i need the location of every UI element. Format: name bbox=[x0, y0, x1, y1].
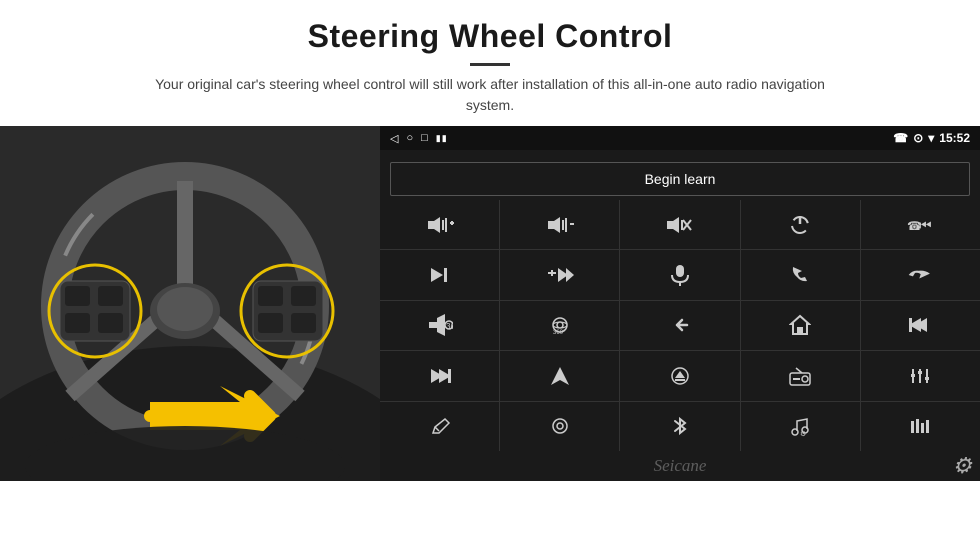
page-container: Steering Wheel Control Your original car… bbox=[0, 0, 980, 548]
subtitle-text: Your original car's steering wheel contr… bbox=[140, 74, 840, 116]
wifi-icon: ▾ bbox=[928, 131, 934, 145]
content-row: ◁ ○ □ ▮▮ ☎ ⊙ ▾ 15:52 Begin learn bbox=[0, 126, 980, 481]
gear-settings-icon[interactable]: ⚙ bbox=[952, 453, 972, 479]
volume-bars-button[interactable] bbox=[861, 402, 980, 451]
svg-text:360°: 360° bbox=[553, 330, 566, 336]
phone-prev-button[interactable]: ☎⏮ bbox=[861, 200, 980, 249]
steering-wheel-svg bbox=[0, 126, 380, 481]
back-nav-icon[interactable]: ◁ bbox=[390, 132, 398, 145]
microphone-button[interactable] bbox=[620, 250, 739, 299]
home-nav-icon[interactable]: ○ bbox=[406, 132, 413, 144]
recent-nav-icon[interactable]: □ bbox=[421, 132, 428, 144]
svg-text:⚙: ⚙ bbox=[800, 430, 806, 437]
back-button[interactable] bbox=[620, 301, 739, 350]
nav-bar bbox=[380, 150, 980, 158]
title-divider bbox=[470, 63, 510, 66]
header-section: Steering Wheel Control Your original car… bbox=[0, 0, 980, 126]
prev-prev-button[interactable] bbox=[861, 301, 980, 350]
seicane-text: Seicane bbox=[654, 456, 707, 476]
call-button[interactable] bbox=[741, 250, 860, 299]
seicane-watermark-bar: Seicane ⚙ bbox=[380, 451, 980, 481]
android-panel: ◁ ○ □ ▮▮ ☎ ⊙ ▾ 15:52 Begin learn bbox=[380, 126, 980, 481]
steering-background bbox=[0, 126, 380, 481]
eject-button[interactable] bbox=[620, 351, 739, 400]
settings2-button[interactable] bbox=[500, 402, 619, 451]
android-statusbar: ◁ ○ □ ▮▮ ☎ ⊙ ▾ 15:52 bbox=[380, 126, 980, 150]
radio-button[interactable] bbox=[741, 351, 860, 400]
bluetooth-button[interactable] bbox=[620, 402, 739, 451]
next-track-button[interactable] bbox=[380, 250, 499, 299]
svg-text:360: 360 bbox=[446, 322, 453, 331]
music-button[interactable]: ⚙ bbox=[741, 402, 860, 451]
home-button[interactable] bbox=[741, 301, 860, 350]
page-title: Steering Wheel Control bbox=[40, 18, 940, 55]
equalizer-button[interactable] bbox=[861, 351, 980, 400]
camera-360-button[interactable]: 360° bbox=[500, 301, 619, 350]
fast-forward-button[interactable] bbox=[500, 250, 619, 299]
begin-learn-button[interactable]: Begin learn bbox=[390, 162, 970, 196]
signal-icon: ▮▮ bbox=[436, 133, 448, 144]
speaker-button[interactable]: 360 bbox=[380, 301, 499, 350]
location-icon: ⊙ bbox=[913, 131, 923, 145]
power-button[interactable] bbox=[741, 200, 860, 249]
svg-text:⏮: ⏮ bbox=[919, 217, 932, 233]
hang-up-button[interactable] bbox=[861, 250, 980, 299]
statusbar-right: ☎ ⊙ ▾ 15:52 bbox=[893, 131, 970, 145]
statusbar-left: ◁ ○ □ ▮▮ bbox=[390, 132, 448, 145]
icon-grid: ☎⏮ 360 bbox=[380, 200, 980, 451]
pen-button[interactable] bbox=[380, 402, 499, 451]
mute-button[interactable] bbox=[620, 200, 739, 249]
status-time: 15:52 bbox=[939, 131, 970, 145]
phone-icon: ☎ bbox=[893, 131, 908, 145]
vol-down-button[interactable] bbox=[500, 200, 619, 249]
skip-forward-button[interactable] bbox=[380, 351, 499, 400]
vol-up-button[interactable] bbox=[380, 200, 499, 249]
car-image-area bbox=[0, 126, 380, 481]
navigate-button[interactable] bbox=[500, 351, 619, 400]
